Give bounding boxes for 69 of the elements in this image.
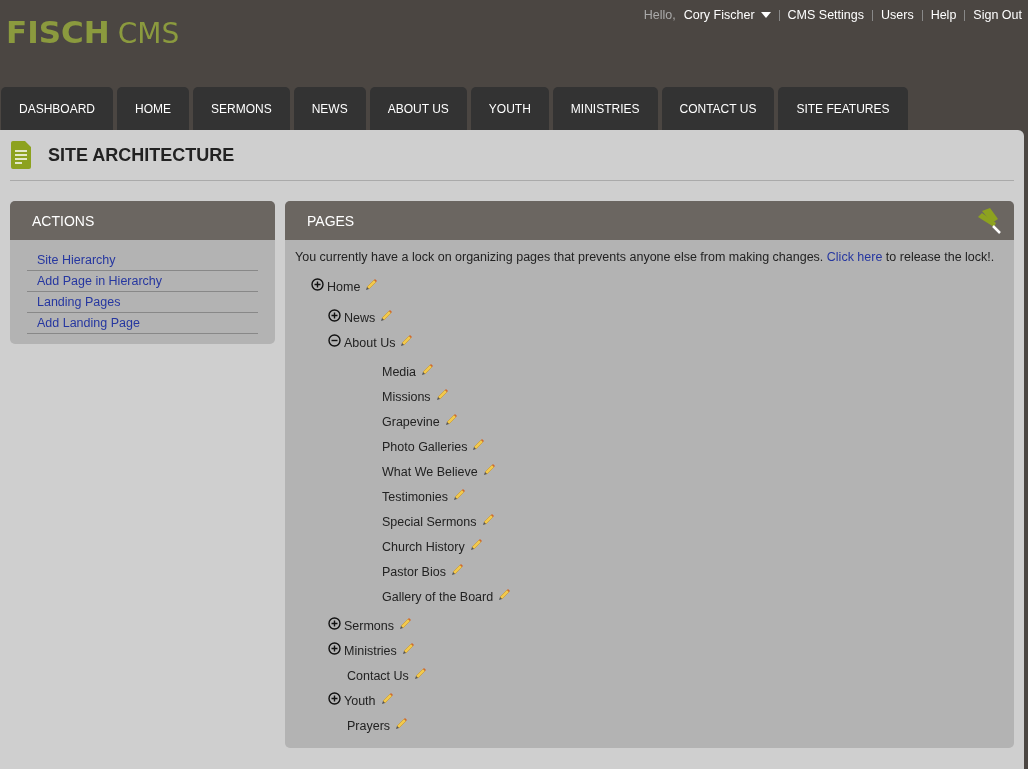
- nav-tab[interactable]: NEWS: [293, 87, 366, 130]
- release-lock-link[interactable]: Click here: [826, 250, 883, 264]
- greeting-text: Hello,: [643, 8, 676, 22]
- pencil-icon[interactable]: [471, 436, 486, 451]
- user-menu[interactable]: Cory Fischer: [683, 8, 771, 22]
- expand-icon[interactable]: [328, 692, 341, 705]
- expand-icon[interactable]: [328, 309, 341, 322]
- pencil-icon[interactable]: [497, 586, 512, 601]
- nav-tab[interactable]: ABOUT US: [369, 87, 467, 130]
- pencil-icon[interactable]: [398, 615, 413, 630]
- page-link[interactable]: Home: [327, 279, 361, 294]
- page-link[interactable]: Photo Galleries: [382, 439, 468, 454]
- header-link[interactable]: CMS Settings: [787, 8, 864, 22]
- pencil-icon[interactable]: [480, 511, 495, 526]
- page-link[interactable]: Prayers: [347, 718, 391, 733]
- pencil-icon[interactable]: [379, 307, 394, 322]
- nav-tab[interactable]: DASHBOARD: [1, 87, 113, 130]
- action-link[interactable]: Add Page in Hierarchy: [27, 271, 258, 292]
- page-link[interactable]: Youth: [344, 693, 376, 708]
- collapse-icon[interactable]: [328, 334, 341, 347]
- pencil-icon[interactable]: [400, 640, 415, 655]
- page-link[interactable]: Sermons: [344, 618, 395, 633]
- page-link[interactable]: Contact Us: [347, 668, 409, 683]
- expand-icon[interactable]: [311, 278, 324, 291]
- pencil-icon[interactable]: [468, 536, 483, 551]
- page-link[interactable]: Special Sermons: [382, 514, 477, 529]
- nav-tab[interactable]: MINISTRIES: [552, 87, 658, 130]
- page-link[interactable]: About Us: [344, 335, 396, 350]
- page-link[interactable]: Church History: [382, 539, 465, 554]
- expand-icon[interactable]: [328, 642, 341, 655]
- page-title: SITE ARCHITECTURE: [48, 144, 235, 166]
- page-link[interactable]: Testimonies: [382, 489, 448, 504]
- pencil-icon[interactable]: [364, 276, 379, 291]
- pencil-icon[interactable]: [420, 361, 435, 376]
- pencil-icon[interactable]: [399, 332, 414, 347]
- pencil-icon[interactable]: [481, 461, 496, 476]
- page-link[interactable]: Missions: [382, 389, 431, 404]
- pencil-icon[interactable]: [443, 411, 458, 426]
- panel-title: PAGES: [307, 212, 355, 229]
- panel-title: ACTIONS: [32, 212, 95, 229]
- page-link[interactable]: Pastor Bios: [382, 564, 446, 579]
- nav-tab[interactable]: SITE FEATURES: [778, 87, 908, 130]
- page-link[interactable]: Gallery of the Board: [382, 589, 494, 604]
- action-link[interactable]: Add Landing Page: [27, 313, 258, 334]
- document-icon: [10, 140, 32, 170]
- lock-notice: You currently have a lock on organizing pages that prevents anyone else from making changes. Click here to release the lock!.: [295, 250, 996, 264]
- action-link[interactable]: Site Hierarchy: [27, 250, 258, 271]
- pencil-icon[interactable]: [452, 486, 466, 501]
- caret-icon: [760, 12, 771, 18]
- pencil-icon[interactable]: [449, 561, 464, 576]
- nav-tab[interactable]: SERMONS: [193, 87, 290, 130]
- header-link[interactable]: Sign Out: [973, 8, 1022, 22]
- pencil-icon[interactable]: [394, 715, 409, 730]
- page-link[interactable]: Grapevine: [382, 414, 440, 429]
- page-link[interactable]: What We Believe: [382, 464, 478, 479]
- page-link[interactable]: News: [344, 310, 376, 325]
- nav-tab[interactable]: HOME: [117, 87, 189, 130]
- nav-tab[interactable]: YOUTH: [470, 87, 549, 130]
- pencil-icon[interactable]: [434, 386, 449, 401]
- expand-icon[interactable]: [328, 617, 341, 630]
- nav-tab[interactable]: CONTACT US: [661, 87, 775, 130]
- pencil-icon[interactable]: [379, 690, 394, 705]
- logo: FISCH CMS: [6, 14, 180, 50]
- action-link[interactable]: Landing Pages: [27, 292, 258, 313]
- header-link[interactable]: Help: [930, 8, 957, 22]
- page-link[interactable]: Ministries: [344, 643, 397, 658]
- page-link[interactable]: Media: [382, 364, 417, 379]
- pencil-icon[interactable]: [412, 665, 427, 680]
- header-link[interactable]: Users: [881, 8, 914, 22]
